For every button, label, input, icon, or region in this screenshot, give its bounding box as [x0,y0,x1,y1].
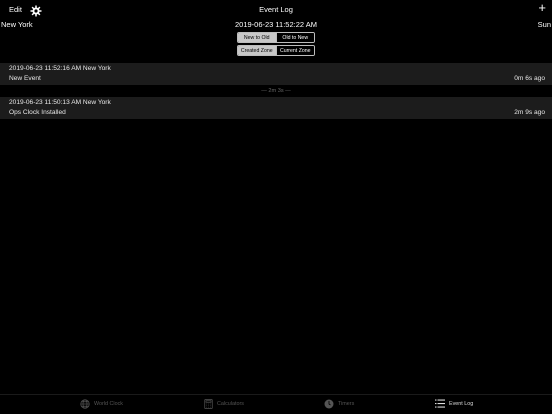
sort-order-segmented-control: New to Old Old to New [237,32,315,43]
event-row[interactable]: 2019-06-23 11:52:16 AM New York New Even… [0,63,552,85]
sort-new-to-old-segment[interactable]: New to Old [238,33,276,42]
current-time: 2019-06-23 11:52:22 AM [234,20,317,29]
event-name: New Event [9,75,41,82]
event-row[interactable]: 2019-06-23 11:50:13 AM New York Ops Cloc… [0,97,552,119]
tab-event-log[interactable]: Event Log [435,399,473,408]
page-title: Event Log [259,5,293,14]
tab-label: Event Log [449,400,474,407]
tab-timers[interactable]: Timers [324,399,354,409]
tab-calculators[interactable]: Calculators [204,399,244,409]
zone-mode-segmented-control: Created Zone Current Zone [237,45,315,56]
sort-old-to-new-segment[interactable]: Old to New [275,33,314,42]
tab-label: Timers [338,401,355,407]
tab-label: Calculators [217,401,244,407]
event-timestamp: 2019-06-23 11:50:13 AM New York [9,99,111,106]
event-elapsed: 0m 6s ago [514,75,545,82]
tab-label: World Clock [94,401,123,407]
event-timestamp: 2019-06-23 11:52:16 AM New York [9,65,111,72]
globe-icon [80,399,90,409]
timer-icon [324,399,334,409]
event-gap-label: — 2m 3s — [261,88,291,94]
navigation-bar: Edit Event Log + [0,0,552,20]
created-zone-segment[interactable]: Created Zone [238,46,276,55]
event-name: Ops Clock Installed [9,109,66,116]
calculator-icon [204,399,213,409]
tab-bar: World Clock Calculators Timers Event Log [0,394,552,414]
event-elapsed: 2m 9s ago [514,109,545,116]
add-event-button[interactable]: + [538,1,546,15]
list-icon [435,399,445,408]
current-zone-segment[interactable]: Current Zone [275,46,314,55]
tab-world-clock[interactable]: World Clock [80,399,123,409]
day-label: Sun [537,20,551,29]
